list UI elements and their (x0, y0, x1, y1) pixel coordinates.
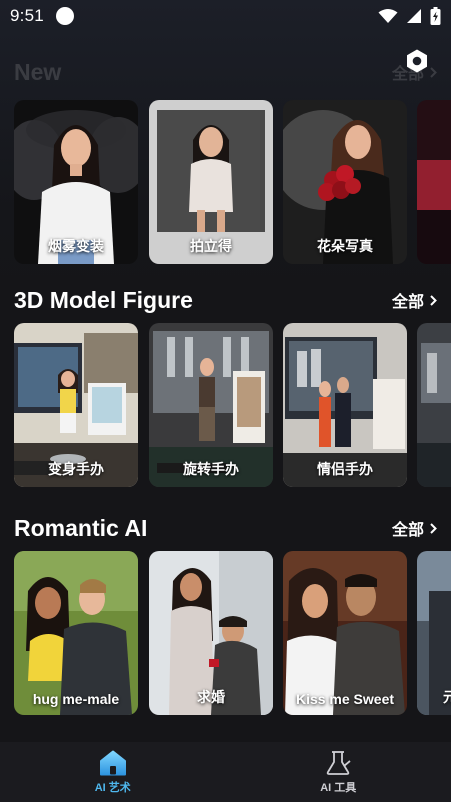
card-label: 旋转手办 (183, 461, 239, 477)
template-card[interactable]: 情侣手办 (283, 323, 407, 487)
see-all-button[interactable]: 全部 (392, 60, 437, 84)
see-all-button[interactable]: 全部 (392, 288, 437, 312)
battery-icon (430, 7, 441, 25)
see-all-button[interactable]: 全部 (392, 516, 437, 540)
template-card[interactable] (417, 100, 451, 264)
card-label: 元 (443, 689, 451, 705)
template-card[interactable]: 元 (417, 551, 451, 715)
wifi-icon (378, 9, 398, 23)
card-label: Kiss me Sweet (295, 691, 395, 707)
status-time: 9:51 (10, 6, 44, 25)
notification-dot-icon (55, 7, 74, 25)
chevron-right-icon (430, 522, 437, 534)
template-card[interactable]: 变身手办 (14, 323, 138, 487)
template-card[interactable]: 烟雾变装 (14, 100, 138, 264)
flask-icon (327, 750, 351, 775)
template-card[interactable]: 旋转手办 (149, 323, 273, 487)
nav-label: AI 艺术 (94, 781, 131, 794)
card-label: hug me-male (32, 691, 120, 707)
nav-label: AI 工具 (320, 781, 357, 794)
card-label: 烟雾变装 (48, 238, 104, 254)
template-card[interactable]: Kiss me Sweet (283, 551, 407, 715)
card-label: 情侣手办 (317, 461, 373, 477)
section-title: Romantic AI (14, 514, 148, 541)
section-header: 3D Model Figure 全部 (0, 282, 451, 318)
status-icons (378, 7, 441, 25)
home-icon (99, 750, 126, 775)
template-card[interactable]: 求婚 (149, 551, 273, 715)
cell-signal-icon (407, 9, 421, 23)
card-label: 变身手办 (48, 461, 104, 477)
see-all-label: 全部 (391, 294, 424, 311)
template-card[interactable] (417, 323, 451, 487)
nav-tab-ai-art[interactable]: AI 艺术 (0, 742, 226, 802)
section-3d-model-figure: 3D Model Figure 全部 变身手办 旋转手办 情侣手办 (0, 282, 451, 487)
card-row: 变身手办 旋转手办 情侣手办 (0, 323, 451, 487)
card-row: 烟雾变装 拍立得 花朵写真 (0, 100, 451, 264)
section-header: New 全部 (0, 54, 451, 90)
template-card[interactable]: 拍立得 (149, 100, 273, 264)
section-header: Romantic AI 全部 (0, 510, 451, 546)
section-new: New 全部 烟雾变装 拍立得 花朵写真 (0, 54, 451, 264)
card-label: 花朵写真 (317, 238, 373, 254)
status-bar: 9:51 (0, 0, 451, 32)
card-label: 求婚 (197, 689, 225, 705)
chevron-right-icon (430, 294, 437, 306)
bottom-nav: AI 艺术 AI 工具 (0, 742, 451, 802)
chevron-right-icon (430, 66, 437, 78)
card-label: 拍立得 (190, 238, 232, 254)
template-card[interactable]: hug me-male (14, 551, 138, 715)
sunset-portrait-image (417, 100, 451, 264)
see-all-label: 全部 (391, 522, 424, 539)
see-all-label: 全部 (391, 66, 424, 83)
section-title: 3D Model Figure (14, 286, 193, 313)
card-row: hug me-male 求婚 Kiss me Sweet 元 (0, 551, 451, 715)
template-card[interactable]: 花朵写真 (283, 100, 407, 264)
nav-tab-ai-tools[interactable]: AI 工具 (226, 742, 451, 802)
section-romantic-ai: Romantic AI 全部 hug me-male 求婚 Kiss me Sw… (0, 510, 451, 715)
figure-partial-image (417, 323, 451, 487)
section-title: New (14, 58, 62, 85)
